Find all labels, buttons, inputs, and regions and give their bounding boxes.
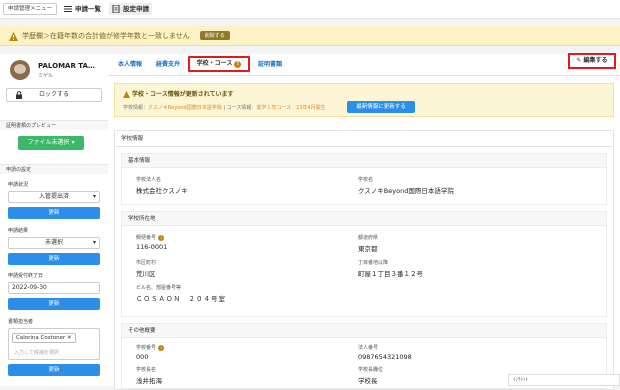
head-title-value: 学校長	[358, 377, 378, 385]
school-label: 学校名	[358, 177, 374, 183]
tab-school-course-label: 学校・コース	[196, 60, 233, 67]
status-update-button[interactable]: 更新	[8, 207, 100, 219]
street-label: 丁目番地以降	[358, 260, 389, 266]
separator: |	[223, 105, 226, 111]
deadline-label: 申請受付終了日	[8, 273, 44, 279]
alert-badge: !	[234, 61, 242, 68]
warning-banner: 学歴欄＞在籍年数の合計値が修学年数と一致しません 削除する	[0, 26, 620, 46]
status-select[interactable]: 入管提出済 ▾	[8, 191, 100, 203]
basic-info-title: 基本情報	[122, 154, 606, 168]
school-num-label: 学校番号 i	[136, 344, 165, 351]
lock-label: ロックする	[38, 91, 69, 98]
chat-widget[interactable]: ｲﾝﾁｬｯﾄ	[508, 374, 620, 386]
owner-label: 書類担当者	[8, 319, 34, 325]
warning-icon	[123, 91, 130, 98]
lock-button[interactable]: ロックする	[6, 88, 102, 102]
warning-text: 学歴欄＞在籍年数の合計値が修学年数と一致しません	[22, 31, 190, 40]
bldg-label: ビル名、部屋番号等	[136, 285, 182, 291]
user-subname: ミゲル	[38, 73, 54, 79]
head-label: 学校長名	[136, 367, 157, 373]
tab-bar: 本人情報 経費支弁 学校・コース! 証明書類 ✎ 編集する	[108, 53, 620, 76]
update-notice: 学校・コース情報が更新されています 学校情報：クスノキBeyond国際日本語学院…	[114, 83, 614, 117]
file-select-label: ファイル未選択	[27, 139, 70, 146]
chevron-down-icon: ▾	[92, 239, 96, 246]
result-label: 申請結果	[8, 228, 29, 234]
preview-section-title: 証明書類のプレビュー	[0, 120, 108, 130]
bldg-value: ＣＯＳＡＯＮ ２０４号室	[136, 295, 226, 303]
deadline-update-button[interactable]: 更新	[8, 298, 100, 310]
result-update-button[interactable]: 更新	[8, 253, 100, 265]
status-value: 入管提出済	[38, 193, 69, 200]
nav-application-list[interactable]: 申請一覧	[64, 3, 101, 15]
nav-settings-application-label: 設定申請	[123, 5, 149, 13]
file-select-button[interactable]: ファイル未選択 ▾	[18, 136, 84, 150]
info-icon: i	[158, 344, 165, 351]
school-info-card: 学校情報 基本情報 学校法人名 株式会社クスノキ 学校名 クスノキBeyond国…	[114, 130, 614, 390]
sidebar: PALOMAR TA… ミゲル ロックする 証明書類のプレビュー ファイル未選択…	[0, 54, 108, 386]
tab-school-course[interactable]: 学校・コース!	[188, 56, 250, 72]
city-value: 荒川区	[136, 270, 156, 278]
basic-info-section: 基本情報 学校法人名 株式会社クスノキ 学校名 クスノキBeyond国際日本語学…	[121, 153, 607, 205]
result-value: 未選択	[44, 239, 63, 246]
delete-button[interactable]: 削除する	[199, 31, 230, 40]
course-value: 進学１年コース 23年4月開生	[256, 105, 326, 111]
owner-update-button[interactable]: 更新	[8, 364, 100, 376]
chevron-down-icon: ▾	[92, 193, 96, 200]
user-name: PALOMAR TA…	[38, 62, 95, 70]
info-icon: i	[158, 234, 165, 241]
street-value: 町屋１丁目３番１２号	[358, 270, 423, 278]
status-label: 申請状況	[8, 182, 29, 188]
lock-icon	[16, 91, 22, 99]
tab-personal[interactable]: 本人情報	[118, 59, 142, 68]
refresh-button[interactable]: 最新情報に更新する	[347, 101, 415, 113]
corp-value: 株式会社クスノキ	[136, 187, 188, 195]
owner-tag-input[interactable]: Calorina Costoner ✕ 入力して候補を選択	[8, 328, 100, 360]
warning-icon	[9, 32, 18, 41]
tab-documents[interactable]: 証明書類	[258, 59, 282, 68]
nav-application-list-label: 申請一覧	[75, 5, 101, 13]
menu-button[interactable]: 申請管理メニュー	[3, 3, 58, 15]
course-key: コース情報：	[226, 105, 257, 111]
notice-detail: 学校情報：クスノキBeyond国際日本語学院 | コース情報：進学１年コース 2…	[123, 104, 326, 111]
close-icon[interactable]: ✕	[67, 335, 72, 341]
school-key: 学校情報：	[123, 105, 149, 111]
owner-tag-label: Calorina Costoner	[16, 335, 66, 341]
notice-title: 学校・コース情報が更新されています	[123, 89, 234, 98]
school-value: クスノキBeyond国際日本語学院	[148, 105, 222, 111]
deadline-input[interactable]: 2022-09-30	[8, 282, 100, 294]
pref-value: 東京都	[358, 245, 378, 253]
nav-settings-application[interactable]: 設定申請	[109, 3, 152, 15]
top-nav: 申請管理メニュー 申請一覧 設定申請	[0, 0, 620, 19]
head-title-label: 学校長職位	[358, 367, 384, 373]
address-section: 学校所在地 郵便番号 i 116-0001 都道府県 東京都 市区町村 荒川区 丁…	[121, 211, 607, 317]
school-value: クスノキBeyond国際日本語学院	[358, 187, 454, 195]
school-num-value: 000	[136, 353, 149, 361]
owner-placeholder: 入力して候補を選択	[14, 350, 59, 356]
edit-label: 編集する	[583, 57, 608, 64]
document-icon	[112, 5, 120, 13]
owner-tag[interactable]: Calorina Costoner ✕	[12, 333, 76, 343]
zip-label-text: 郵便番号	[136, 235, 157, 241]
main-panel: 本人情報 経費支弁 学校・コース! 証明書類 ✎ 編集する 学校・コース情報が更…	[108, 53, 620, 390]
pref-label: 都道府県	[358, 235, 379, 241]
corp-num-label: 法人番号	[358, 345, 379, 351]
notice-title-text: 学校・コース情報が更新されています	[132, 91, 234, 98]
card-title: 学校情報	[115, 131, 613, 147]
city-label: 市区町村	[136, 260, 157, 266]
corp-num-value: 0987654321098	[358, 353, 412, 361]
address-title: 学校所在地	[122, 212, 606, 226]
edit-button[interactable]: ✎ 編集する	[568, 53, 616, 69]
head-value: 浅井拓海	[136, 377, 162, 385]
avatar	[10, 60, 30, 80]
other-title: その他概要	[122, 324, 606, 338]
settings-section-title: 申請の設定	[0, 164, 108, 174]
tab-expenses[interactable]: 経費支弁	[156, 59, 180, 68]
zip-label: 郵便番号 i	[136, 234, 165, 241]
corp-label: 学校法人名	[136, 177, 162, 183]
zip-value: 116-0001	[136, 243, 168, 251]
result-select[interactable]: 未選択 ▾	[8, 237, 100, 249]
school-num-label-text: 学校番号	[136, 345, 157, 351]
list-icon	[64, 6, 72, 12]
